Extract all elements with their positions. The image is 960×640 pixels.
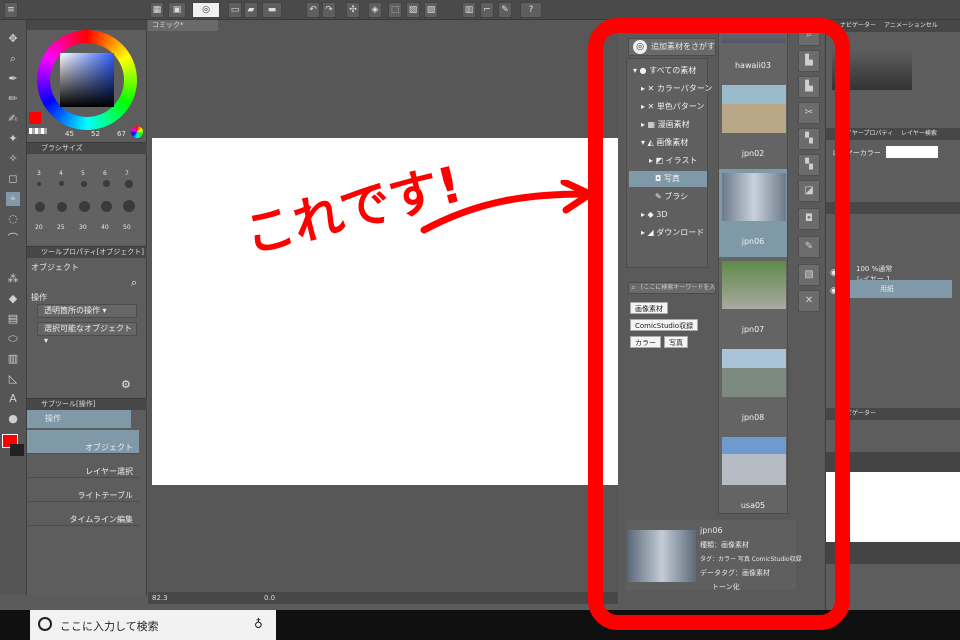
tab-navigator[interactable]: ナビゲーター xyxy=(840,22,876,29)
search-icon[interactable]: ⌕ xyxy=(131,276,137,290)
brush-size-label[interactable]: 25 xyxy=(57,224,65,231)
brush-size-label[interactable]: 7 xyxy=(125,170,129,177)
microphone-icon[interactable]: ♁ xyxy=(254,617,263,631)
decoration-tool-icon[interactable]: ✧ xyxy=(6,152,20,166)
line-icon[interactable]: ⌐ xyxy=(480,2,494,18)
brush-size-title: ブラシサイズ xyxy=(27,142,147,154)
tool-property-title: ツールプロパティ[オブジェクト] xyxy=(27,246,147,258)
operation-section-label: 操作 xyxy=(31,293,47,302)
sub-tool-title: サブツール[操作] xyxy=(27,398,147,410)
move-tool-icon[interactable]: ✥ xyxy=(6,32,20,46)
sub-tool-item[interactable]: ライトテーブル xyxy=(27,478,139,502)
grid-view-icon[interactable]: ▦ xyxy=(150,2,164,18)
red-highlight-frame xyxy=(588,18,850,630)
tab-layer-search[interactable]: レイヤー検索 xyxy=(901,130,937,137)
undo-icon[interactable]: ↶ xyxy=(306,2,320,18)
sub-tool-item[interactable]: レイヤー選択 xyxy=(27,454,139,478)
brush-tool-icon[interactable]: ✍ xyxy=(6,112,20,126)
sub-tool-group-tab[interactable]: 操作 xyxy=(27,410,131,428)
start-button[interactable] xyxy=(0,610,30,640)
eraser-tool-icon[interactable]: ◻ xyxy=(6,172,20,186)
blue-value: 67 xyxy=(117,130,126,138)
transparent-color[interactable] xyxy=(29,128,47,134)
brush-size-grid: 3 4 5 6 7 20 25 30 40 50 xyxy=(27,154,145,244)
layer-blend-mode[interactable]: 100 %通常 xyxy=(856,264,892,274)
taskbar-search-placeholder: ここに入力して検索 xyxy=(60,620,159,633)
color-square[interactable] xyxy=(60,53,114,107)
command-bar: ≡ ▦ ▣ ◎ ▭ ▰ ▬ ↶ ↷ ✣ ◈ ⬚ ▨ ▧ ▥ ⌐ ✎ ? xyxy=(0,0,960,20)
help-icon[interactable]: ? xyxy=(520,2,542,18)
menu-icon[interactable]: ≡ xyxy=(4,2,18,18)
brush-size-label[interactable]: 30 xyxy=(79,224,87,231)
brush-size-label[interactable]: 20 xyxy=(35,224,43,231)
sub-tool-item[interactable]: タイムライン編集 xyxy=(27,502,139,526)
layer-color-swatch[interactable] xyxy=(886,146,938,158)
red-value: 45 xyxy=(65,130,74,138)
pencil-tool-icon[interactable]: ✏ xyxy=(6,92,20,106)
tab-animation-cel[interactable]: アニメーションセル xyxy=(884,22,938,29)
sub-color-swatch[interactable] xyxy=(10,444,24,456)
ruler-tool-icon[interactable]: ◺ xyxy=(6,372,20,386)
save-icon[interactable]: ▬ xyxy=(262,2,282,18)
current-color[interactable] xyxy=(29,112,41,124)
clip-studio-icon[interactable]: ◎ xyxy=(192,2,220,18)
stroke-icon[interactable]: ▧ xyxy=(424,2,438,18)
selectable-object-label: 選択可能なオブジェクト xyxy=(44,324,132,333)
fill-tool-icon[interactable]: ◆ xyxy=(6,292,20,306)
new-file-icon[interactable]: ▭ xyxy=(228,2,242,18)
fill-icon[interactable]: ▨ xyxy=(406,2,420,18)
brush-size-label[interactable]: 6 xyxy=(103,170,107,177)
balloon-tool-icon[interactable]: ● xyxy=(6,412,20,426)
zoom-value[interactable]: 82.3 xyxy=(152,594,168,602)
eyedropper-tool-icon[interactable]: ⁂ xyxy=(6,272,20,286)
tool-bar: ✥ ⌕ ✒ ✏ ✍ ✦ ✧ ◻ ⌖ ◌ ⌒ ⁂ ◆ ▤ ⬭ ▥ ◺ A ● ↘ xyxy=(0,20,27,595)
layout-icon[interactable]: ▣ xyxy=(168,2,186,18)
settings-icon[interactable]: ⚙ xyxy=(121,378,131,391)
frame-tool-icon[interactable]: ▥ xyxy=(6,352,20,366)
green-value: 52 xyxy=(91,130,100,138)
clear-icon[interactable]: ◈ xyxy=(368,2,382,18)
paper-layer-row[interactable]: 用紙 xyxy=(844,280,952,298)
tool-property-tool-name: オブジェクト xyxy=(31,263,79,272)
paper-layer-label: 用紙 xyxy=(880,285,894,293)
canvas-status-bar: 82.3 0.0 xyxy=(148,592,618,604)
selectable-object-select[interactable]: 選択可能なオブジェクト ▾ xyxy=(37,322,137,345)
zoom-tool-icon[interactable]: ⌕ xyxy=(6,52,20,66)
figure-tool-icon[interactable]: ⬭ xyxy=(6,332,20,346)
brush-size-label[interactable]: 50 xyxy=(123,224,131,231)
document-tab[interactable]: コミック* xyxy=(148,20,218,31)
object-tool-icon[interactable]: ⌖ xyxy=(6,192,20,206)
palette-header xyxy=(27,20,147,30)
cortana-icon xyxy=(38,617,52,631)
sub-tool-item[interactable]: オブジェクト xyxy=(27,430,139,454)
color-wheel-mini-icon[interactable] xyxy=(131,126,143,138)
pen-tool-icon[interactable]: ✒ xyxy=(6,72,20,86)
brush-size-label[interactable]: 40 xyxy=(101,224,109,231)
left-palette-dock: 45 52 67 ブラシサイズ 3 4 5 6 7 20 25 30 40 50… xyxy=(27,20,147,595)
gradient-tool-icon[interactable]: ▤ xyxy=(6,312,20,326)
open-file-icon[interactable]: ▰ xyxy=(244,2,258,18)
selection-icon[interactable]: ⬚ xyxy=(388,2,402,18)
ruler-icon[interactable]: ▥ xyxy=(462,2,476,18)
airbrush-tool-icon[interactable]: ✦ xyxy=(6,132,20,146)
brush-size-label[interactable]: 4 xyxy=(59,170,63,177)
right-palette-tabs: ナビゲーター アニメーションセル xyxy=(826,20,960,32)
taskbar-search-box[interactable]: ここに入力して検索 ♁ xyxy=(30,610,276,640)
document-tab-label: コミック* xyxy=(152,21,184,29)
redo-icon[interactable]: ↷ xyxy=(322,2,336,18)
selection-tool-icon[interactable]: ◌ xyxy=(6,212,20,226)
text-tool-icon[interactable]: A xyxy=(6,392,20,406)
pen-icon[interactable]: ✎ xyxy=(498,2,512,18)
transparent-operation-label: 透明箇所の操作 xyxy=(44,306,100,315)
lasso-tool-icon[interactable]: ⌒ xyxy=(6,232,20,246)
transform-icon[interactable]: ✣ xyxy=(346,2,360,18)
rotation-value[interactable]: 0.0 xyxy=(264,592,275,604)
brush-size-label[interactable]: 5 xyxy=(81,170,85,177)
brush-size-label[interactable]: 3 xyxy=(37,170,41,177)
transparent-operation-select[interactable]: 透明箇所の操作 ▾ xyxy=(37,304,137,318)
